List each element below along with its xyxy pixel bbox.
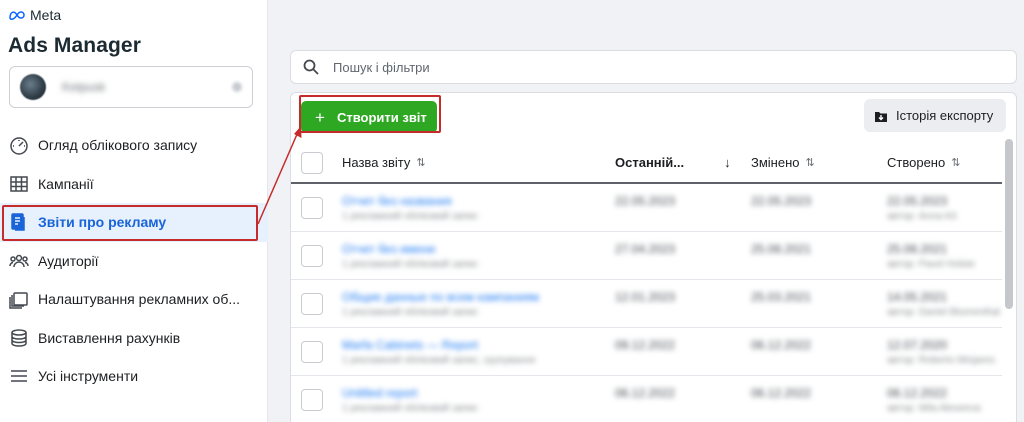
last-viewed-date: 22.05.2023 (615, 194, 676, 208)
created-author: автор: Pavel Holste (887, 259, 975, 270)
sidebar-item-label: Усі інструменти (38, 368, 139, 385)
report-name-link[interactable]: Отчет без названия (342, 194, 452, 208)
last-viewed-date: 06.12.2022 (615, 386, 676, 400)
report-subtitle: 1 рекламний обліковий запис (342, 403, 479, 414)
account-name: Ketpusk (62, 80, 106, 94)
last-viewed-date: 27.04.2023 (615, 242, 676, 256)
sidebar-item-label: Огляд облікового запису (38, 137, 198, 154)
created-date: 12.07.2020 (887, 338, 948, 352)
report-name-link[interactable]: Untitled report (342, 386, 417, 400)
export-history-button[interactable]: Історія експорту (864, 99, 1006, 132)
table-row[interactable]: Отчет без названия 1 рекламний обліковий… (291, 184, 1002, 232)
meta-logo-text: Meta (30, 7, 62, 23)
billing-icon (8, 327, 30, 349)
column-header-label: Назва звіту (342, 155, 411, 170)
column-header-changed[interactable]: Змінено ⇅ (751, 155, 815, 170)
sidebar-item-label: Налаштування рекламних об... (38, 291, 241, 308)
search-bar[interactable]: Пошук і фільтри (290, 50, 1017, 84)
report-subtitle: 1 рекламний обліковий запис (342, 307, 479, 318)
column-header-last-viewed[interactable]: Останній... ↓ (615, 155, 731, 170)
account-selector[interactable]: Ketpusk (9, 66, 253, 108)
created-date: 22.05.2023 (887, 194, 948, 208)
app-title: Ads Manager (8, 34, 141, 57)
menu-icon (8, 365, 30, 387)
last-viewed-date: 12.01.2023 (615, 290, 676, 304)
meta-infinity-icon (9, 11, 25, 20)
changed-date: 06.12.2022 (751, 338, 812, 352)
created-date: 06.12.2022 (887, 386, 948, 400)
created-author: автор: Daniel Blumenthal (887, 307, 1000, 318)
ad-settings-icon (8, 288, 30, 310)
report-subtitle: 1 рекламний обліковий запис (342, 211, 479, 222)
account-avatar (20, 74, 46, 100)
sort-icon: ⇅ (805, 157, 815, 169)
search-placeholder: Пошук і фільтри (333, 59, 430, 75)
select-all-checkbox[interactable] (301, 152, 323, 174)
table-row[interactable]: Untitled report 1 рекламний обліковий за… (291, 376, 1002, 422)
column-header-name[interactable]: Назва звіту ⇅ (342, 155, 426, 170)
dashboard-icon (8, 134, 30, 156)
download-folder-icon (875, 111, 887, 122)
report-name-link[interactable]: Общие данные по всем кампаниям (342, 290, 539, 304)
row-checkbox[interactable] (301, 389, 323, 411)
create-report-label: Створити звіт (336, 109, 427, 125)
sidebar-item-all-tools[interactable]: Усі інструменти (0, 357, 268, 396)
table-row[interactable]: Marfa Cabinets — Report 1 рекламний облі… (291, 328, 1002, 376)
audience-icon (8, 250, 30, 272)
created-author: автор: Anna Kit (887, 211, 957, 222)
changed-date: 22.05.2023 (751, 194, 812, 208)
sidebar-nav: Огляд облікового запису Кампанії Звіти п… (0, 126, 268, 396)
changed-date: 06.12.2022 (751, 386, 812, 400)
table-header: Назва звіту ⇅ Останній... ↓ Змінено ⇅ Ст… (291, 143, 1002, 184)
table-scrollbar[interactable] (1005, 139, 1013, 309)
row-checkbox[interactable] (301, 197, 323, 219)
column-header-created[interactable]: Створено ⇅ (887, 155, 960, 170)
sidebar-item-ad-reports[interactable]: Звіти про рекламу (0, 203, 268, 242)
sort-icon: ⇅ (951, 157, 961, 169)
sidebar-item-ad-settings[interactable]: Налаштування рекламних об... (0, 280, 268, 319)
table-row[interactable]: Общие данные по всем кампаниям 1 рекламн… (291, 280, 1002, 328)
sidebar-item-label: Звіти про рекламу (38, 214, 167, 231)
sidebar-item-label: Кампанії (38, 175, 94, 192)
sort-icon: ⇅ (416, 157, 426, 169)
table-row[interactable]: Отчет без имени 1 рекламний обліковий за… (291, 232, 1002, 280)
sidebar-item-account-overview[interactable]: Огляд облікового запису (0, 126, 268, 165)
export-history-label: Історія експорту (896, 108, 994, 123)
changed-date: 25.03.2021 (751, 290, 812, 304)
sidebar-item-audiences[interactable]: Аудиторії (0, 242, 268, 281)
row-checkbox[interactable] (301, 245, 323, 267)
column-header-label: Останній... (615, 155, 685, 170)
report-subtitle: 1 рекламний обліковий запис (342, 259, 479, 270)
reports-panel: + Створити звіт Історія експорту Назва з… (290, 92, 1017, 422)
row-checkbox[interactable] (301, 293, 323, 315)
created-author: автор: Roberto Minjares (887, 355, 995, 366)
sidebar-item-label: Виставлення рахунків (38, 329, 181, 346)
table-icon (8, 173, 30, 195)
arrow-down-icon: ↓ (724, 155, 731, 170)
created-author: автор: Mila Alexeeva (887, 403, 981, 414)
sidebar-item-label: Аудиторії (38, 252, 99, 269)
last-viewed-date: 09.12.2022 (615, 338, 676, 352)
create-report-button[interactable]: + Створити звіт (301, 101, 437, 133)
sidebar-item-campaigns[interactable]: Кампанії (0, 165, 268, 204)
report-name-link[interactable]: Отчет без имени (342, 242, 435, 256)
search-icon (303, 59, 319, 75)
report-subtitle: 1 рекламний обліковий запис, групування (342, 355, 536, 366)
changed-date: 25.08.2021 (751, 242, 812, 256)
plus-icon: + (315, 107, 325, 127)
column-header-label: Змінено (751, 155, 800, 170)
sidebar-item-billing[interactable]: Виставлення рахунків (0, 319, 268, 358)
meta-logo[interactable]: Meta (8, 7, 61, 23)
report-name-link[interactable]: Marfa Cabinets — Report (342, 338, 478, 352)
column-header-label: Створено (887, 155, 946, 170)
row-checkbox[interactable] (301, 341, 323, 363)
created-date: 14.05.2021 (887, 290, 948, 304)
chevron-down-icon (232, 82, 242, 92)
sidebar: Meta Ads Manager Ketpusk Огляд обліковог… (0, 0, 268, 422)
created-date: 25.08.2021 (887, 242, 948, 256)
reports-icon (8, 211, 30, 233)
